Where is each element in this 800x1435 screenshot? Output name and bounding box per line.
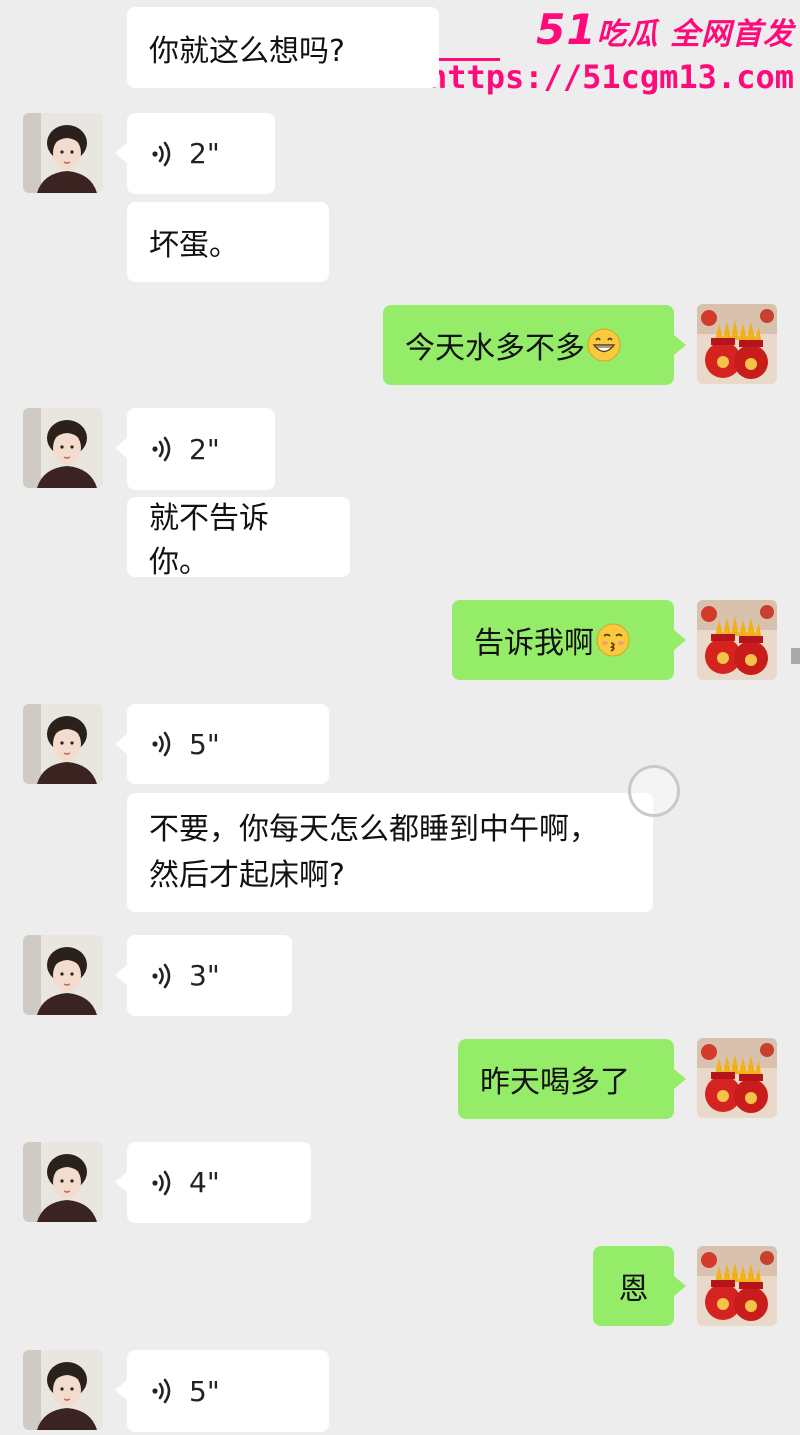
voice-wave-icon — [149, 731, 175, 757]
avatar-self[interactable] — [697, 304, 777, 384]
voice-message-bubble[interactable]: 5" — [115, 704, 329, 784]
self-avatar-image — [697, 1038, 777, 1118]
message-text-bubble[interactable]: 你就这么想吗? — [127, 7, 439, 88]
sent-message-bubble[interactable]: 恩 — [593, 1246, 686, 1326]
voice-wave-icon — [149, 1378, 175, 1404]
message-text: 恩 — [618, 1272, 649, 1307]
message-text: 坏蛋。 — [149, 228, 239, 263]
avatar-contact[interactable] — [23, 1350, 103, 1430]
voice-message-bubble[interactable]: 2" — [115, 113, 275, 194]
voice-message-bubble[interactable]: 3" — [115, 935, 292, 1016]
avatar-self[interactable] — [697, 1246, 777, 1326]
message-text-bubble[interactable]: 坏蛋。 — [127, 202, 329, 282]
voice-wave-icon — [149, 141, 175, 167]
sent-message-bubble[interactable]: 今天水多不多 — [383, 305, 686, 385]
message-text: 昨天喝多了 — [480, 1065, 630, 1100]
self-avatar-image — [697, 304, 777, 384]
self-avatar-image — [697, 600, 777, 680]
watermark: 51吃瓜 全网首发 https://51cgm13.com — [428, 5, 794, 96]
message-text: 今天水多不多 — [405, 331, 585, 366]
voice-duration: 4" — [189, 1166, 220, 1199]
message-text-line-2: 然后才起床啊? — [149, 857, 345, 893]
voice-message-bubble[interactable]: 5" — [115, 1350, 329, 1432]
voice-wave-icon — [149, 436, 175, 462]
voice-wave-icon — [149, 963, 175, 989]
kiss-emoji-icon — [596, 623, 630, 657]
message-text: 就不告诉你。 — [149, 501, 269, 580]
avatar-contact[interactable] — [23, 1142, 103, 1222]
voice-duration: 3" — [189, 959, 220, 992]
voice-message-bubble[interactable]: 2" — [115, 408, 275, 490]
grin-emoji-icon — [587, 328, 621, 362]
avatar-contact[interactable] — [23, 704, 103, 784]
avatar-self[interactable] — [697, 600, 777, 680]
contact-avatar-image — [23, 935, 103, 1015]
message-text-bubble[interactable]: 不要，你每天怎么都睡到中午啊， 然后才起床啊? — [127, 793, 653, 912]
watermark-url: https://51cgm13.com — [427, 58, 794, 96]
contact-avatar-image — [23, 408, 103, 488]
sent-message-bubble[interactable]: 昨天喝多了 — [458, 1039, 686, 1119]
watermark-brand: 51吃瓜 全网首发 — [428, 5, 794, 54]
watermark-brand-text: 吃瓜 全网首发 — [596, 17, 794, 52]
avatar-contact[interactable] — [23, 408, 103, 488]
edge-marker — [791, 648, 800, 664]
avatar-contact[interactable] — [23, 935, 103, 1015]
message-text: 你就这么想吗? — [149, 33, 345, 69]
contact-avatar-image — [23, 113, 103, 193]
voice-duration: 5" — [189, 1374, 220, 1408]
contact-avatar-image — [23, 1350, 103, 1430]
self-avatar-image — [697, 1246, 777, 1326]
voice-message-bubble[interactable]: 4" — [115, 1142, 311, 1223]
message-text: 告诉我啊 — [474, 626, 594, 661]
voice-duration: 2" — [189, 137, 220, 170]
contact-avatar-image — [23, 1142, 103, 1222]
sent-message-bubble[interactable]: 告诉我啊 — [452, 600, 686, 680]
contact-avatar-image — [23, 704, 103, 784]
avatar-contact[interactable] — [23, 113, 103, 193]
floating-assist-ring[interactable] — [628, 765, 680, 817]
watermark-brand-number: 51 — [536, 5, 597, 54]
voice-wave-icon — [149, 1170, 175, 1196]
message-text-bubble[interactable]: 就不告诉你。 — [127, 497, 350, 580]
voice-duration: 5" — [189, 727, 220, 761]
avatar-self[interactable] — [697, 1038, 777, 1118]
message-text-line-1: 不要，你每天怎么都睡到中午啊， — [149, 811, 599, 847]
voice-duration: 2" — [189, 432, 220, 466]
